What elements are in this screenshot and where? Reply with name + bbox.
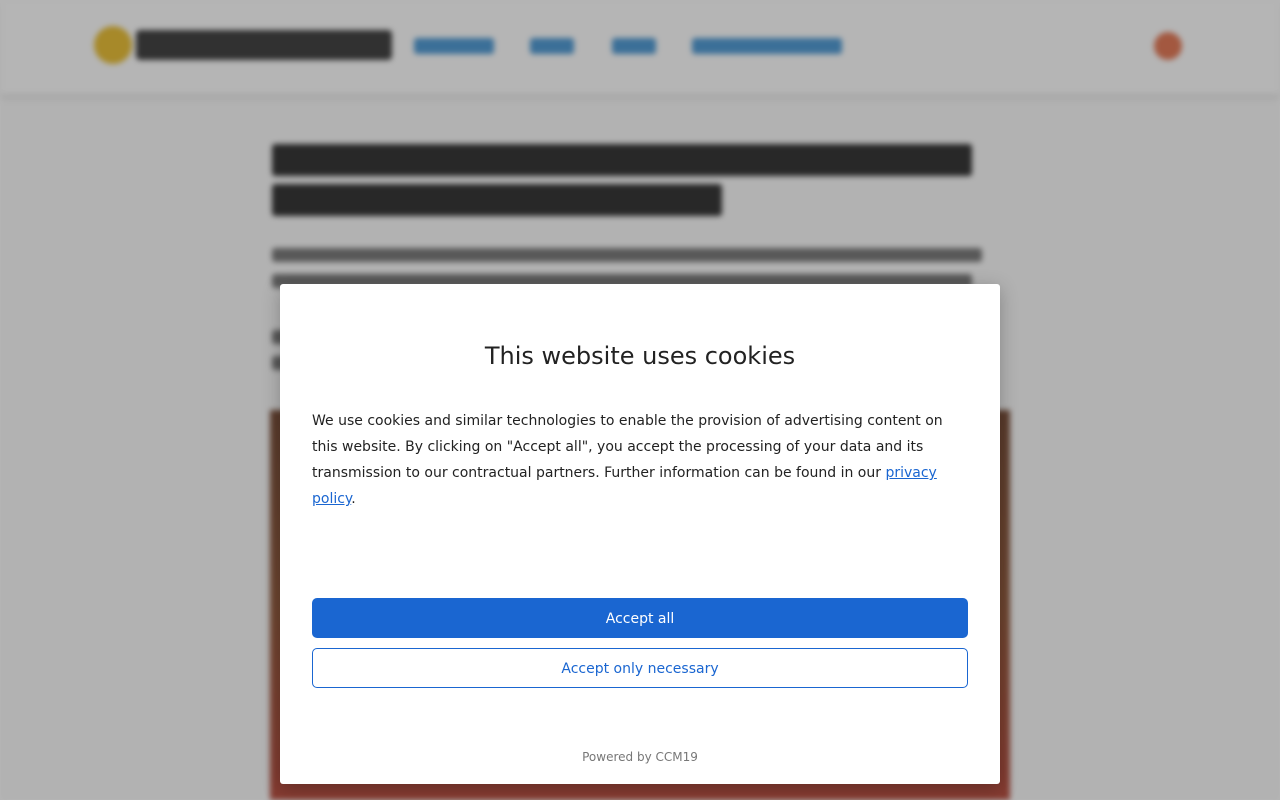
accept-necessary-button[interactable]: Accept only necessary <box>312 648 968 688</box>
cookie-consent-dialog: This website uses cookies We use cookies… <box>280 284 1000 784</box>
dialog-description: We use cookies and similar technologies … <box>312 408 972 512</box>
dialog-title: This website uses cookies <box>484 342 796 370</box>
powered-by-text: Powered by CCM19 <box>582 750 698 764</box>
dialog-description-text: We use cookies and similar technologies … <box>312 413 943 481</box>
accept-all-button[interactable]: Accept all <box>312 598 968 638</box>
dialog-description-end: . <box>351 491 356 507</box>
